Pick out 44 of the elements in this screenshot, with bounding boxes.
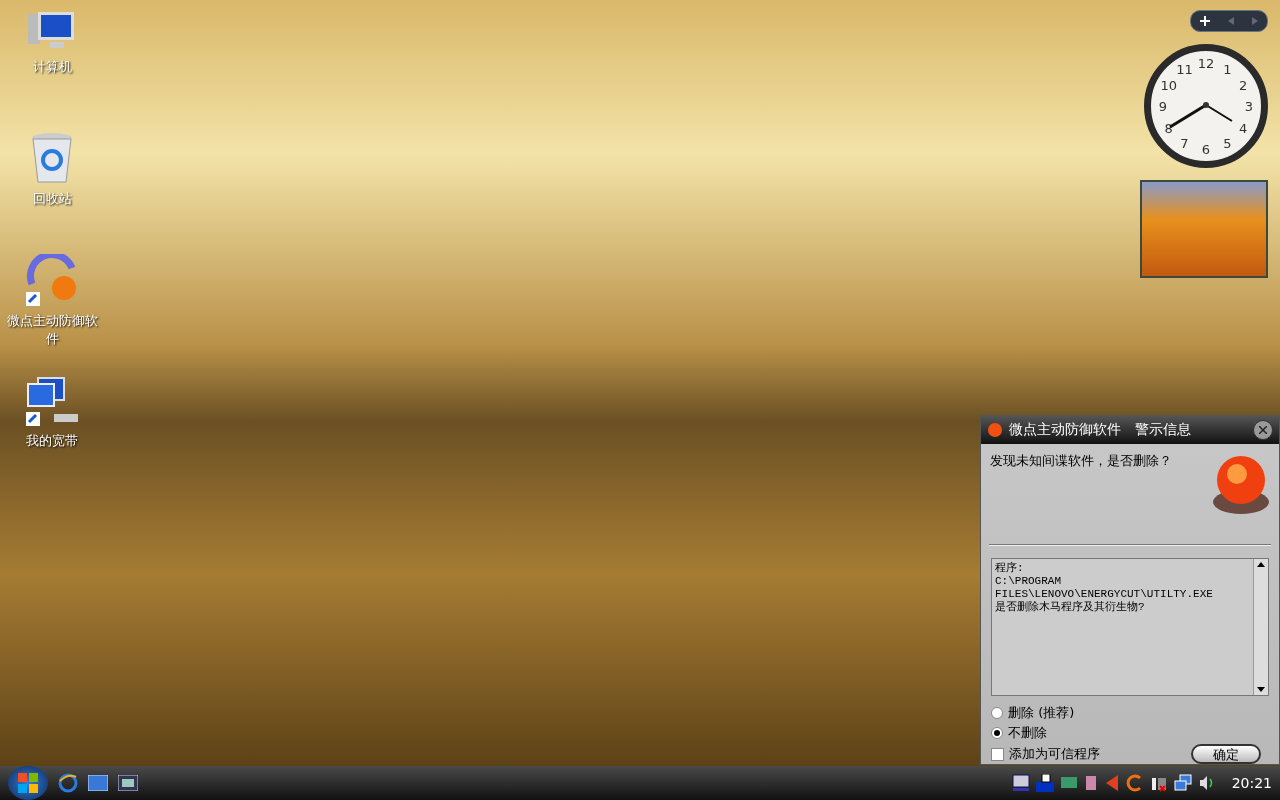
ok-button[interactable]: 确定 <box>1191 744 1261 764</box>
clock-numeral: 12 <box>1197 56 1215 70</box>
window-switch-icon[interactable] <box>118 775 138 791</box>
plus-icon[interactable] <box>1200 16 1210 26</box>
radio-button[interactable] <box>991 707 1003 719</box>
clock-numeral: 6 <box>1201 142 1211 156</box>
icon-label: 回收站 <box>31 190 73 208</box>
clock-numeral: 2 <box>1239 78 1248 91</box>
clock-numeral: 11 <box>1176 62 1193 76</box>
dialog-title: 微点主动防御软件 警示信息 <box>1009 421 1192 439</box>
desktop-icon[interactable]: 我的宽带 <box>0 376 104 484</box>
start-button[interactable] <box>8 766 48 800</box>
icon-label: 我的宽带 <box>25 432 79 450</box>
clock-numeral: 3 <box>1244 99 1254 113</box>
clock-numeral: 9 <box>1158 99 1168 113</box>
checkbox-label[interactable]: 添加为可信程序 <box>1009 745 1100 763</box>
details-line: 程序: <box>995 562 1025 575</box>
option-label[interactable]: 不删除 <box>1008 724 1047 742</box>
clock-numeral: 5 <box>1223 136 1232 150</box>
network-icon[interactable] <box>1173 774 1192 792</box>
details-line: 是否删除木马程序及其衍生物? <box>995 601 1146 614</box>
windows-logo-icon <box>18 773 38 793</box>
icon-label: 微点主动防御软件 <box>5 312 99 348</box>
option-label[interactable]: 删除 (推荐) <box>1008 704 1075 722</box>
close-icon <box>1259 426 1267 434</box>
close-button[interactable] <box>1253 420 1273 440</box>
radio-button[interactable] <box>991 727 1003 739</box>
details-line: C:\PROGRAM <box>995 575 1062 588</box>
alert-message: 发现未知间谍软件，是否删除？ <box>990 452 1173 470</box>
network-computers-icon <box>24 376 80 428</box>
recycle-bin-icon <box>30 132 74 186</box>
clock-numeral: 7 <box>1180 136 1189 150</box>
checkbox[interactable] <box>991 747 1004 761</box>
browser-e-icon[interactable] <box>58 773 78 793</box>
clock-numeral: 1 <box>1223 62 1232 76</box>
monitor-icon[interactable] <box>1011 774 1030 792</box>
details-line: FILES\LENOVO\ENERGYCUT\UTILTY.EXE <box>995 588 1214 601</box>
orb-icon <box>987 422 1003 438</box>
clock-numeral: 4 <box>1239 121 1248 134</box>
document-icon[interactable] <box>1083 774 1098 792</box>
keyboard-icon[interactable] <box>1035 774 1054 792</box>
taskbar-clock: 20:21 <box>1231 775 1272 791</box>
clock-numeral: 10 <box>1160 78 1177 91</box>
icon-label: 计算机 <box>31 58 73 76</box>
